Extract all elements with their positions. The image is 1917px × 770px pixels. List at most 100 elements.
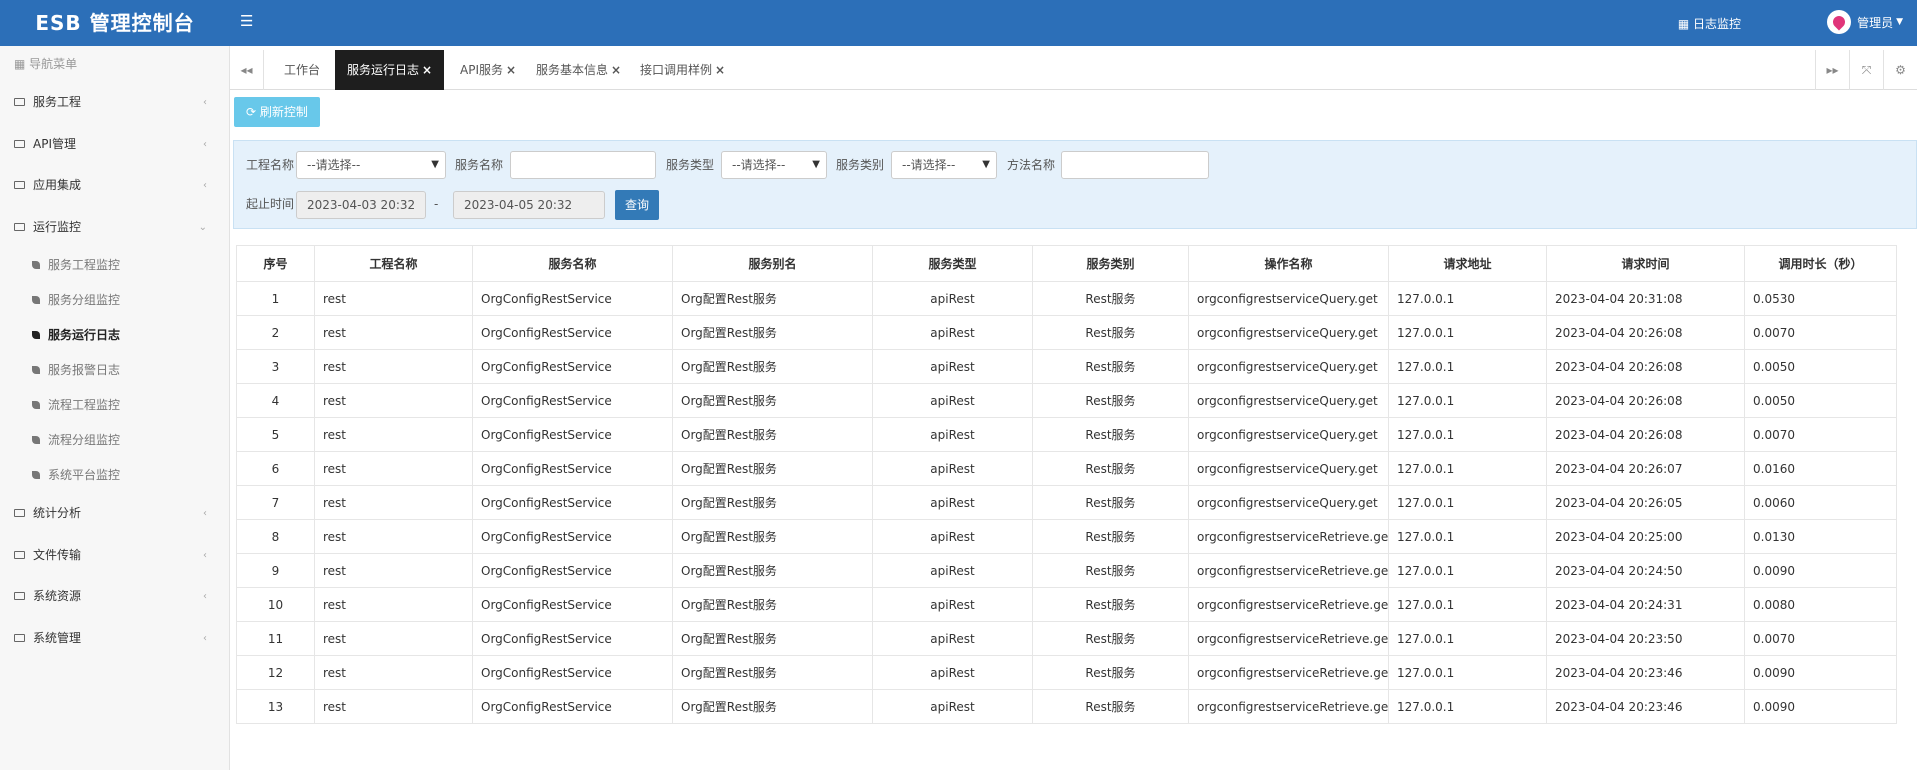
table-cell: 2023-04-04 20:25:00 [1546, 519, 1745, 554]
chevron-left-icon: ‹ [203, 180, 207, 191]
table-row[interactable]: 11 rest OrgConfigRestService Org配置Rest服务 api… [236, 621, 1897, 656]
sidebar-item-runtime-monitor[interactable]: 运行监控 ⌄ [0, 207, 229, 249]
sidebar-item-system-management[interactable]: 系统管理 ‹ [0, 618, 229, 660]
service-type-select[interactable]: --请选择-- ▼ [721, 151, 827, 179]
tab-api-call-example[interactable]: 接口调用样例 × [628, 50, 737, 90]
table-cell: Rest服务 [1032, 485, 1189, 520]
menu-toggle-icon[interactable]: ☰ [240, 12, 253, 30]
table-row[interactable]: 13 rest OrgConfigRestService Org配置Rest服务 api… [236, 689, 1897, 724]
sidebar-subitem-service-run-log[interactable]: 服务运行日志 [0, 318, 229, 353]
sidebar-item-service-project[interactable]: 服务工程 ‹ [0, 82, 229, 124]
time-label: 起止时间 [246, 197, 295, 211]
table-cell: apiRest [872, 485, 1033, 520]
table-cell: Rest服务 [1032, 383, 1189, 418]
table-cell: 13 [236, 689, 315, 724]
service-category-select-value: --请选择-- [902, 158, 956, 172]
table-row[interactable]: 1 rest OrgConfigRestService Org配置Rest服务 apiR… [236, 281, 1897, 316]
sidebar-item-statistics[interactable]: 统计分析 ‹ [0, 493, 229, 535]
sidebar-item-file-transfer[interactable]: 文件传输 ‹ [0, 535, 229, 577]
app-title: ESB 管理控制台 [35, 11, 195, 35]
table-row[interactable]: 2 rest OrgConfigRestService Org配置Rest服务 apiR… [236, 315, 1897, 350]
close-icon[interactable]: × [422, 63, 432, 77]
scroll-left-icon[interactable]: ◂◂ [230, 50, 264, 90]
sidebar-item-label: 运行监控 [33, 219, 82, 234]
table-cell: rest [314, 485, 473, 520]
sidebar-subitem-flow-project-monitor[interactable]: 流程工程监控 [0, 388, 229, 423]
column-header: 服务类别 [1032, 245, 1189, 282]
grid-icon: ▦ [14, 57, 30, 71]
table-row[interactable]: 3 rest OrgConfigRestService Org配置Rest服务 apiR… [236, 349, 1897, 384]
end-time-input[interactable]: 2023-04-05 20:32 [453, 191, 605, 219]
method-input[interactable] [1061, 151, 1209, 179]
avatar [1827, 10, 1852, 34]
sidebar-item-api[interactable]: API管理 ‹ [0, 124, 229, 166]
table-cell: 127.0.0.1 [1388, 655, 1547, 690]
close-icon[interactable]: × [506, 63, 516, 77]
service-name-input[interactable] [510, 151, 656, 179]
leaf-icon [32, 401, 40, 409]
project-select[interactable]: --请选择-- ▼ [296, 151, 446, 179]
table-row[interactable]: 4 rest OrgConfigRestService Org配置Rest服务 apiR… [236, 383, 1897, 418]
sidebar-subitem-service-group-monitor[interactable]: 服务分组监控 [0, 283, 229, 318]
service-category-select[interactable]: --请选择-- ▼ [891, 151, 997, 179]
gear-icon[interactable]: ⚙ [1883, 50, 1917, 90]
nav-header: ▦ 导航菜单 [0, 46, 229, 82]
table-cell: 9 [236, 553, 315, 588]
tab-service-basic-info[interactable]: 服务基本信息 × [524, 50, 633, 90]
sidebar-subitem-service-project-monitor[interactable]: 服务工程监控 [0, 248, 229, 283]
fullscreen-icon[interactable]: ⤧ [1849, 50, 1883, 90]
sidebar-subitem-system-platform-monitor[interactable]: 系统平台监控 [0, 458, 229, 493]
table-cell: orgconfigrestserviceRetrieve.ge [1188, 689, 1389, 724]
query-button[interactable]: 查询 [615, 190, 659, 220]
table-cell: 0.0050 [1744, 349, 1897, 384]
table-cell: Org配置Rest服务 [672, 417, 873, 452]
table-cell: OrgConfigRestService [472, 655, 673, 690]
table-row[interactable]: 5 rest OrgConfigRestService Org配置Rest服务 apiR… [236, 417, 1897, 452]
table-cell: apiRest [872, 383, 1033, 418]
table-cell: 0.0080 [1744, 587, 1897, 622]
sidebar-subitem-flow-group-monitor[interactable]: 流程分组监控 [0, 423, 229, 458]
table-cell: 127.0.0.1 [1388, 349, 1547, 384]
chevron-down-icon: ▼ [431, 159, 439, 170]
table-cell: 0.0090 [1744, 553, 1897, 588]
tab-api-service[interactable]: API服务 × [448, 50, 528, 90]
refresh-button[interactable]: ⟳ 刷新控制 [234, 97, 320, 127]
table-cell: OrgConfigRestService [472, 417, 673, 452]
table-row[interactable]: 8 rest OrgConfigRestService Org配置Rest服务 apiR… [236, 519, 1897, 554]
column-header: 请求地址 [1388, 245, 1547, 282]
scroll-right-icon[interactable]: ▸▸ [1815, 50, 1849, 90]
table-row[interactable]: 6 rest OrgConfigRestService Org配置Rest服务 apiR… [236, 451, 1897, 486]
table-cell: Org配置Rest服务 [672, 349, 873, 384]
table-cell: OrgConfigRestService [472, 621, 673, 656]
table-cell: OrgConfigRestService [472, 689, 673, 724]
table-row[interactable]: 9 rest OrgConfigRestService Org配置Rest服务 apiR… [236, 553, 1897, 588]
table-cell: 127.0.0.1 [1388, 485, 1547, 520]
sidebar-item-app-integration[interactable]: 应用集成 ‹ [0, 165, 229, 207]
tab-service-run-log[interactable]: 服务运行日志 × [335, 50, 445, 90]
table-cell: 5 [236, 417, 315, 452]
close-icon[interactable]: × [715, 63, 725, 77]
log-monitor-label: 日志监控 [1692, 17, 1741, 31]
sidebar-subitem-label: 服务报警日志 [48, 363, 121, 377]
table-row[interactable]: 10 rest OrgConfigRestService Org配置Rest服务 api… [236, 587, 1897, 622]
table-row[interactable]: 7 rest OrgConfigRestService Org配置Rest服务 apiR… [236, 485, 1897, 520]
user-menu[interactable]: 管理员 ▼ [1827, 10, 1903, 34]
table-cell: 127.0.0.1 [1388, 315, 1547, 350]
sidebar-subitem-label: 系统平台监控 [48, 468, 121, 482]
tab-label: 接口调用样例 [640, 63, 713, 77]
tab-workbench[interactable]: 工作台 [272, 50, 332, 90]
refresh-label: 刷新控制 [259, 105, 308, 119]
sidebar-subitem-service-alarm-log[interactable]: 服务报警日志 [0, 353, 229, 388]
chevron-down-icon: ▼ [1896, 17, 1903, 27]
table-cell: 2023-04-04 20:26:08 [1546, 349, 1745, 384]
table-row[interactable]: 12 rest OrgConfigRestService Org配置Rest服务 api… [236, 655, 1897, 690]
log-monitor-link[interactable]: ▦ 日志监控 [1678, 15, 1741, 32]
table-cell: OrgConfigRestService [472, 383, 673, 418]
table-cell: 127.0.0.1 [1388, 587, 1547, 622]
sidebar-item-system-resources[interactable]: 系统资源 ‹ [0, 576, 229, 618]
close-icon[interactable]: × [611, 63, 621, 77]
table-cell: Rest服务 [1032, 587, 1189, 622]
start-time-input[interactable]: 2023-04-03 20:32 [296, 191, 426, 219]
table-cell: OrgConfigRestService [472, 485, 673, 520]
table-cell: apiRest [872, 519, 1033, 554]
